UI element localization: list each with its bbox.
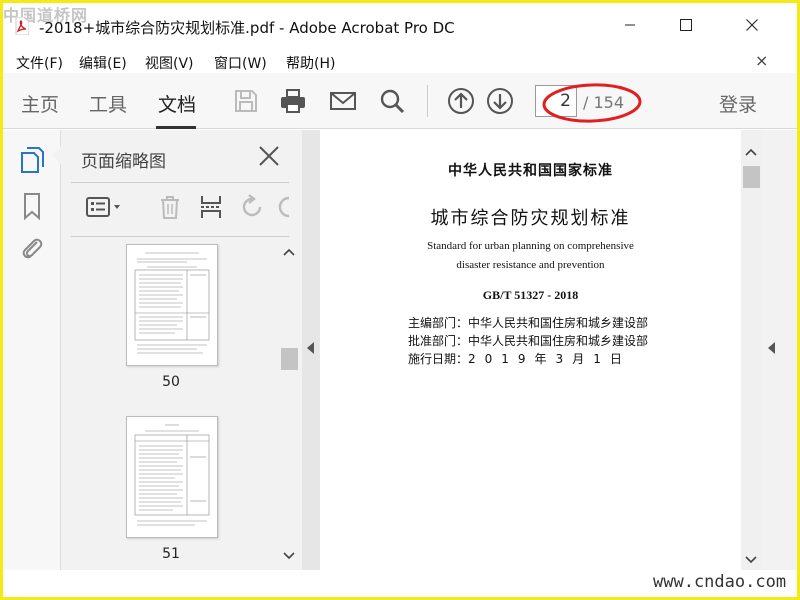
email-icon[interactable]	[329, 87, 357, 115]
scroll-down-icon[interactable]	[283, 552, 295, 560]
search-icon[interactable]	[378, 87, 406, 115]
rotate-page-icon[interactable]	[239, 194, 265, 220]
menu-help[interactable]: 帮助(H)	[286, 53, 335, 73]
collapse-arrow-icon[interactable]	[307, 342, 314, 354]
minimize-button[interactable]	[607, 3, 653, 47]
document-page: 中华人民共和国国家标准 城市综合防灾规划标准 Standard for urba…	[320, 130, 741, 570]
menu-file[interactable]: 文件(F)	[16, 53, 63, 73]
login-button[interactable]: 登录	[719, 90, 757, 117]
meta-label: 主编部门：	[408, 316, 469, 330]
doc-title: 城市综合防灾规划标准	[430, 208, 631, 229]
doc-english-title-line2: disaster resistance and prevention	[456, 259, 605, 271]
scroll-up-icon[interactable]	[745, 148, 757, 156]
close-panel-icon[interactable]	[257, 144, 281, 168]
doc-effective-date: 施行日期：2019年3月1日	[408, 350, 631, 367]
main-toolbar: 主页 工具 文档 2 / 154 登录	[3, 73, 797, 129]
panel-divider	[71, 182, 289, 183]
more-tools-icon[interactable]	[277, 194, 291, 220]
page-thumbnails-icon[interactable]	[19, 146, 45, 174]
pdf-file-icon	[15, 17, 29, 35]
meta-label: 施行日期：	[408, 352, 469, 366]
navigation-rail	[3, 130, 61, 570]
red-annotation-ellipse	[542, 83, 642, 123]
doc-english-title-line1: Standard for urban planning on comprehen…	[427, 240, 634, 252]
maximize-button[interactable]	[663, 3, 709, 47]
panel-title: 页面缩略图	[81, 152, 166, 172]
doc-standard-code: GB/T 51327 - 2018	[482, 288, 579, 302]
doc-national-standard: 中华人民共和国国家标准	[448, 163, 613, 179]
menu-bar: 文件(F) 编辑(E) 视图(V) 窗口(W) 帮助(H) ×	[3, 47, 797, 73]
meta-value: 中华人民共和国住房和城乡建设部	[468, 334, 649, 348]
thumbnail-panel: 页面缩略图 50 51	[52, 130, 302, 570]
acrobat-window: 中国道桥网 -2018+城市综合防灾规划标准.pdf - Adobe Acrob…	[3, 3, 797, 597]
thumbnail-list: 50 51	[61, 240, 281, 570]
page-preview	[134, 252, 210, 354]
print-icon[interactable]	[279, 87, 307, 115]
document-scrollbar[interactable]	[741, 130, 761, 570]
previous-page-icon[interactable]	[447, 87, 475, 115]
right-pane-toggle[interactable]	[761, 130, 797, 570]
extract-page-icon[interactable]	[198, 194, 224, 220]
page-thumbnail[interactable]	[126, 244, 218, 366]
meta-label: 批准部门：	[408, 334, 469, 348]
close-icon	[746, 19, 758, 31]
scrollbar-thumb[interactable]	[281, 348, 298, 370]
menu-view[interactable]: 视图(V)	[145, 53, 194, 73]
save-icon[interactable]	[232, 87, 260, 115]
next-page-icon[interactable]	[486, 87, 514, 115]
expand-right-pane-icon[interactable]	[768, 342, 775, 354]
menu-window[interactable]: 窗口(W)	[214, 53, 267, 73]
window-title: -2018+城市综合防灾规划标准.pdf - Adobe Acrobat Pro…	[39, 19, 455, 37]
thumbnail-options-icon[interactable]	[85, 194, 125, 220]
title-bar: 中国道桥网 -2018+城市综合防灾规划标准.pdf - Adobe Acrob…	[3, 3, 797, 47]
scrollbar-thumb[interactable]	[743, 166, 760, 188]
doc-approval-dept: 批准部门：中华人民共和国住房和城乡建设部	[408, 332, 648, 349]
close-window-button[interactable]	[729, 3, 775, 47]
panel-splitter[interactable]	[302, 130, 320, 570]
thumbnail-label: 50	[162, 374, 180, 390]
thumbnail-scrollbar[interactable]	[279, 240, 299, 570]
tab-document[interactable]: 文档	[158, 90, 196, 117]
scroll-down-icon[interactable]	[745, 556, 757, 564]
bottom-bar: www.cndao.com	[3, 570, 797, 597]
page-preview	[134, 424, 210, 526]
tab-tools[interactable]: 工具	[89, 90, 127, 117]
watermark-url: www.cndao.com	[653, 572, 787, 592]
bookmark-icon[interactable]	[19, 192, 45, 220]
maximize-icon	[680, 19, 692, 31]
delete-page-icon[interactable]	[157, 194, 183, 220]
doc-chief-editor: 主编部门：中华人民共和国住房和城乡建设部	[408, 314, 648, 331]
menu-edit[interactable]: 编辑(E)	[79, 53, 127, 73]
minimize-icon	[625, 24, 635, 26]
tab-home[interactable]: 主页	[21, 90, 59, 117]
meta-value: 2019年3月1日	[468, 352, 631, 366]
scroll-up-icon[interactable]	[283, 248, 295, 256]
attachment-icon[interactable]	[19, 234, 45, 262]
thumbnail-label: 51	[162, 546, 180, 562]
panel-pointer	[52, 146, 61, 164]
page-thumbnail[interactable]	[126, 416, 218, 538]
meta-value: 中华人民共和国住房和城乡建设部	[468, 316, 649, 330]
toolbar-separator	[427, 85, 428, 117]
active-tab-indicator	[156, 126, 196, 129]
panel-divider	[71, 236, 289, 237]
close-document-button[interactable]: ×	[755, 51, 768, 70]
